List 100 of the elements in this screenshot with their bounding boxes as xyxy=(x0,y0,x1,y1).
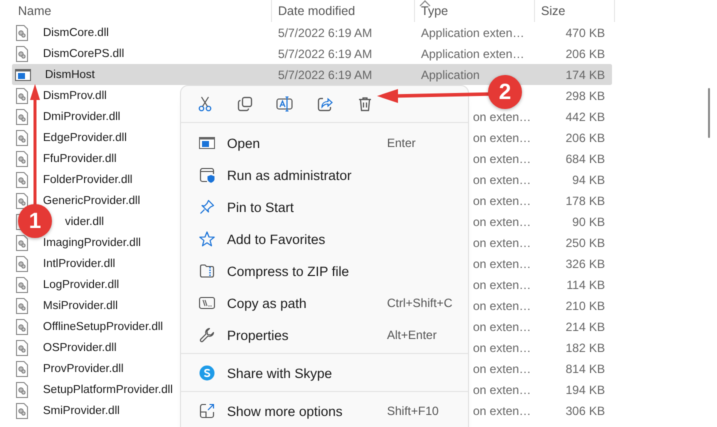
dll-file-icon xyxy=(15,256,29,272)
file-name: DismCore.dll xyxy=(43,26,109,38)
type-text: on exten… xyxy=(473,194,532,208)
file-name: IntlProvider.dll xyxy=(43,258,116,270)
dll-file-icon xyxy=(15,46,29,62)
file-name: DismCorePS.dll xyxy=(43,48,124,60)
menu-item[interactable]: Pin to Start xyxy=(185,191,464,223)
file-name: SmiProvider.dll xyxy=(43,404,120,416)
application-icon xyxy=(15,68,31,82)
dll-file-icon xyxy=(15,172,29,188)
type-text: on exten… xyxy=(473,130,532,144)
scissors-icon xyxy=(197,96,213,112)
menu-item[interactable]: Add to Favorites xyxy=(185,223,464,255)
type-text: on exten… xyxy=(473,236,532,250)
application-icon xyxy=(199,136,215,150)
share-icon xyxy=(317,96,333,112)
size-text: 326 KB xyxy=(566,256,605,270)
rename-icon xyxy=(276,96,294,112)
copy-icon xyxy=(237,96,253,112)
file-name: OSProvider.dll xyxy=(43,342,117,354)
dll-file-icon xyxy=(15,130,29,146)
file-name: EdgeProvider.dll xyxy=(43,132,127,144)
file-name: GenericProvider.dll xyxy=(43,194,140,206)
size-text: 94 KB xyxy=(572,172,605,186)
type-text: on exten… xyxy=(473,298,532,312)
type-text: on exten… xyxy=(473,256,532,270)
type-text: on exten… xyxy=(473,320,532,334)
date-text: 5/7/2022 6:19 AM xyxy=(278,68,372,82)
size-text: 814 KB xyxy=(566,362,605,376)
date-text: 5/7/2022 6:19 AM xyxy=(278,46,372,60)
column-header[interactable]: Name xyxy=(18,0,272,22)
number-badge: 1 xyxy=(18,204,52,238)
trash-icon xyxy=(357,96,373,112)
number-badge: 2 xyxy=(488,75,522,109)
chat-logo-icon xyxy=(199,365,215,381)
size-text: 684 KB xyxy=(566,152,605,166)
expand-window-icon xyxy=(199,403,215,419)
menu-item[interactable]: Compress to ZIP file xyxy=(185,255,464,287)
file-name: ProvProvider.dll xyxy=(43,362,124,374)
file-name: DmiProvider.dll xyxy=(43,110,120,122)
dll-file-icon xyxy=(15,360,29,376)
menu-item[interactable]: Copy as path Ctrl+Shift+C xyxy=(185,287,464,319)
type-text: Application xyxy=(421,68,480,82)
dll-file-icon xyxy=(15,234,29,250)
file-name: vider.dll xyxy=(64,216,104,228)
scrollbar-thumb[interactable] xyxy=(708,88,710,138)
dll-file-icon xyxy=(15,24,29,40)
shortcut-text: Enter xyxy=(387,136,416,150)
file-name: FfuProvider.dll xyxy=(43,152,117,164)
size-text: 90 KB xyxy=(572,214,605,228)
menu-item[interactable]: Open Enter xyxy=(185,127,464,159)
dll-file-icon xyxy=(15,298,29,314)
wrench-icon xyxy=(199,327,215,343)
file-name: OfflineSetupProvider.dll xyxy=(43,320,163,332)
file-name: MsiProvider.dll xyxy=(43,300,118,312)
shortcut-text: Alt+Enter xyxy=(387,328,437,342)
file-name: DismHost xyxy=(45,68,95,80)
size-text: 214 KB xyxy=(566,320,605,334)
star-icon xyxy=(199,231,215,247)
menu-item[interactable]: Share with Skype xyxy=(185,357,464,389)
type-text: on exten… xyxy=(473,382,532,396)
path-icon xyxy=(199,296,215,310)
type-text: on exten… xyxy=(473,110,532,124)
shortcut-text: Ctrl+Shift+C xyxy=(387,296,452,310)
file-name: FolderProvider.dll xyxy=(43,174,132,186)
size-text: 250 KB xyxy=(566,236,605,250)
type-text: on exten… xyxy=(473,172,532,186)
menu-item[interactable]: Run as administrator xyxy=(185,159,464,191)
size-text: 194 KB xyxy=(566,382,605,396)
size-text: 206 KB xyxy=(566,46,605,60)
dll-file-icon xyxy=(15,276,29,292)
dll-file-icon xyxy=(15,402,29,418)
type-text: on exten… xyxy=(473,362,532,376)
pin-icon xyxy=(199,199,215,215)
dll-file-icon xyxy=(15,88,29,104)
size-text: 178 KB xyxy=(566,194,605,208)
dll-file-icon xyxy=(15,108,29,124)
size-text: 114 KB xyxy=(566,278,605,292)
zip-folder-icon xyxy=(199,263,215,279)
date-text: 5/7/2022 6:19 AM xyxy=(278,26,372,40)
size-text: 210 KB xyxy=(566,298,605,312)
dll-file-icon xyxy=(15,150,29,166)
type-text: Application exten… xyxy=(421,26,524,40)
type-text: on exten… xyxy=(473,214,532,228)
dll-file-icon xyxy=(15,340,29,356)
type-text: on exten… xyxy=(473,152,532,166)
size-text: 206 KB xyxy=(566,130,605,144)
menu-item[interactable]: Show more options Shift+F10 xyxy=(185,395,464,427)
size-text: 306 KB xyxy=(566,404,605,418)
type-text: Application exten… xyxy=(421,46,524,60)
selected-file-row[interactable]: DismHost 5/7/2022 6:19 AM Application 174 KB xyxy=(12,64,612,85)
sort-caret-icon xyxy=(419,0,431,7)
column-header[interactable]: Type xyxy=(415,0,535,22)
column-header[interactable]: Size xyxy=(535,0,615,22)
shortcut-text: Shift+F10 xyxy=(387,404,439,418)
file-name: DismProv.dll xyxy=(43,90,107,102)
file-name: LogProvider.dll xyxy=(43,278,120,290)
column-header[interactable]: Date modified xyxy=(272,0,415,22)
size-text: 174 KB xyxy=(566,68,605,82)
menu-item[interactable]: Properties Alt+Enter xyxy=(185,319,464,351)
